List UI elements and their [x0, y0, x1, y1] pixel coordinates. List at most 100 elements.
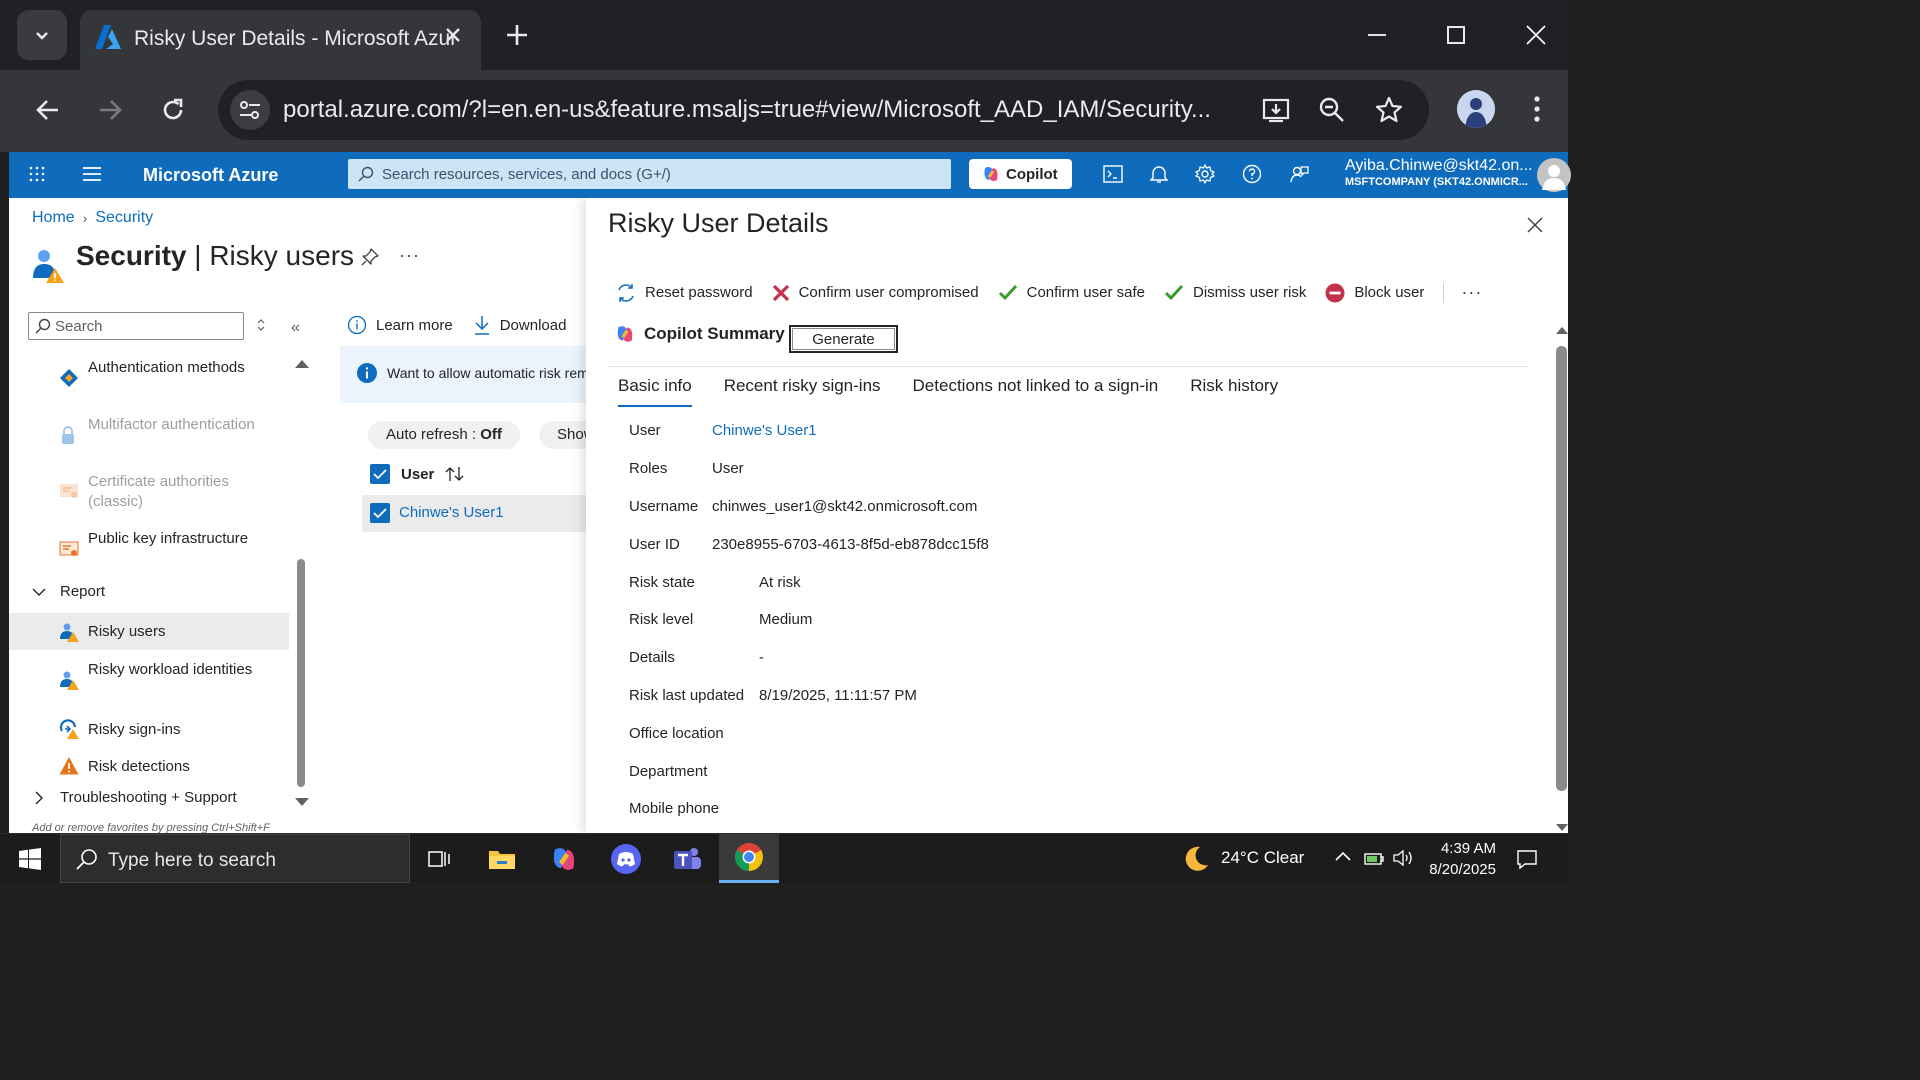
breadcrumb-security[interactable]: Security	[95, 209, 153, 227]
checkmark-icon	[373, 508, 387, 519]
scroll-down-icon[interactable]	[295, 798, 309, 808]
breadcrumb-home[interactable]: Home	[32, 209, 75, 227]
close-window-icon[interactable]	[1524, 18, 1548, 52]
nav-group-report[interactable]: Report	[32, 583, 272, 605]
row-checkbox[interactable]	[370, 503, 390, 523]
tab-risk-history[interactable]: Risk history	[1190, 376, 1278, 407]
feedback-icon[interactable]	[1289, 164, 1309, 184]
nav-item-risky-workload-identities[interactable]: Risky workload identities	[9, 658, 289, 702]
active-browser-tab[interactable]: Risky User Details - Microsoft Azure	[80, 10, 481, 70]
table-row[interactable]: Chinwe's User1	[362, 495, 602, 532]
help-icon[interactable]	[1242, 164, 1262, 184]
menu-scrollbar[interactable]	[295, 354, 309, 814]
browser-menu-icon[interactable]	[1530, 94, 1544, 124]
settings-gear-icon[interactable]	[1195, 164, 1215, 184]
account-menu[interactable]: Ayiba.Chinwe@skt42.on... MSFTCOMPANY (SK…	[1345, 157, 1533, 188]
copilot-app-icon[interactable]	[534, 834, 594, 883]
tab-title: Risky User Details - Microsoft Azure	[134, 27, 454, 50]
chevron-right-icon: ›	[82, 210, 88, 226]
download-button[interactable]: Download	[473, 315, 566, 335]
bookmark-star-icon[interactable]	[1374, 95, 1404, 125]
notifications-icon[interactable]	[1516, 848, 1538, 897]
confirm-user-safe-button[interactable]: Confirm user safe	[998, 284, 1145, 302]
nav-item-risk-detections[interactable]: Risk detections	[9, 752, 289, 782]
select-all-checkbox[interactable]	[370, 464, 390, 484]
account-avatar[interactable]	[1537, 158, 1571, 192]
more-options-icon[interactable]: ···	[399, 245, 420, 266]
chrome-icon[interactable]	[719, 834, 779, 883]
panel-scroll-thumb[interactable]	[1556, 346, 1567, 791]
user-link[interactable]: Chinwe's User1	[712, 422, 817, 439]
tab-search-button[interactable]	[17, 10, 67, 60]
risky-workload-icon	[59, 670, 79, 690]
portal-content: Home › Security Security | Risky users ·…	[9, 198, 1568, 833]
panel-scrollbar[interactable]	[1556, 324, 1568, 833]
volume-icon[interactable]	[1392, 848, 1414, 897]
teams-icon[interactable]	[657, 834, 717, 883]
generate-button[interactable]: Generate	[789, 325, 898, 353]
dismiss-user-risk-button[interactable]: Dismiss user risk	[1164, 284, 1306, 302]
tab-recent-risky-sign-ins[interactable]: Recent risky sign-ins	[724, 376, 881, 407]
nav-item-risky-users[interactable]: Risky users	[9, 613, 289, 650]
forward-icon[interactable]	[96, 96, 124, 124]
sort-icon[interactable]	[445, 466, 465, 482]
menu-search-box[interactable]	[28, 312, 244, 340]
scroll-up-icon[interactable]	[1556, 326, 1568, 334]
account-directory: MSFTCOMPANY (SKT42.ONMICR...	[1345, 176, 1528, 188]
expand-collapse-icon[interactable]	[256, 319, 266, 331]
row-user-link[interactable]: Chinwe's User1	[399, 504, 504, 521]
more-commands-icon[interactable]: ···	[1461, 282, 1482, 303]
app-launcher-icon[interactable]	[29, 166, 45, 182]
nav-group-troubleshooting-support[interactable]: Troubleshooting + Support	[32, 789, 272, 811]
portal-brand[interactable]: Microsoft Azure	[143, 165, 278, 186]
install-app-icon[interactable]	[1261, 95, 1291, 125]
network-icon[interactable]	[1363, 848, 1385, 897]
tab-basic-info[interactable]: Basic info	[618, 376, 692, 407]
browser-profile-avatar[interactable]	[1457, 90, 1495, 128]
discord-icon[interactable]	[596, 834, 656, 883]
weather-moon-icon[interactable]	[1180, 845, 1210, 894]
nav-item-certificate-authorities[interactable]: Certificate authorities (classic)	[9, 470, 289, 514]
menu-scroll-thumb[interactable]	[297, 559, 305, 787]
cloud-shell-icon[interactable]	[1103, 164, 1123, 184]
start-windows-icon[interactable]	[0, 834, 60, 883]
menu-search-input[interactable]	[55, 315, 235, 337]
close-tab-icon[interactable]	[442, 24, 464, 46]
confirm-user-compromised-button[interactable]: Confirm user compromised	[772, 284, 979, 302]
show-hidden-icons-icon[interactable]	[1335, 850, 1351, 899]
copilot-button[interactable]: Copilot	[969, 159, 1072, 189]
close-panel-icon[interactable]	[1527, 217, 1543, 233]
block-user-button[interactable]: Block user	[1325, 283, 1424, 303]
scroll-up-icon[interactable]	[295, 358, 309, 368]
nav-item-public-key-infrastructure[interactable]: Public key infrastructure	[9, 527, 289, 571]
nav-item-multifactor-authentication[interactable]: Multifactor authentication	[9, 413, 289, 457]
task-view-icon[interactable]	[410, 834, 470, 883]
maximize-icon[interactable]	[1446, 18, 1468, 52]
copilot-icon	[617, 326, 633, 342]
minimize-icon[interactable]	[1366, 18, 1388, 52]
reset-password-button[interactable]: Reset password	[616, 283, 753, 303]
pin-icon[interactable]	[361, 248, 379, 266]
zoom-icon[interactable]	[1318, 95, 1346, 125]
back-icon[interactable]	[34, 96, 62, 124]
global-search-box[interactable]	[348, 159, 951, 189]
system-clock[interactable]: 4:39 AM 8/20/2025	[1418, 838, 1496, 880]
global-search-input[interactable]	[382, 162, 942, 186]
nav-item-authentication-methods[interactable]: Authentication methods	[9, 356, 289, 400]
notifications-bell-icon[interactable]	[1150, 164, 1168, 184]
auto-refresh-toggle[interactable]: Auto refresh : Off	[368, 421, 520, 449]
learn-more-button[interactable]: Learn more	[347, 315, 453, 335]
file-explorer-icon[interactable]	[472, 834, 532, 883]
taskbar-search-box[interactable]: Type here to search	[60, 834, 410, 883]
portal-menu-icon[interactable]	[83, 167, 101, 181]
new-tab-icon[interactable]	[501, 19, 533, 51]
nav-item-risky-sign-ins[interactable]: Risky sign-ins	[9, 715, 289, 745]
column-header-user[interactable]: User	[401, 466, 434, 483]
reload-icon[interactable]	[159, 96, 187, 124]
scroll-down-icon[interactable]	[1556, 824, 1568, 832]
address-bar[interactable]: portal.azure.com/?l=en.en-us&feature.msa…	[218, 80, 1429, 140]
weather-text[interactable]: 24°C Clear	[1221, 848, 1304, 897]
collapse-menu-icon[interactable]: «	[291, 319, 300, 337]
site-settings-icon[interactable]	[230, 90, 270, 130]
tab-detections-not-linked[interactable]: Detections not linked to a sign-in	[913, 376, 1159, 407]
